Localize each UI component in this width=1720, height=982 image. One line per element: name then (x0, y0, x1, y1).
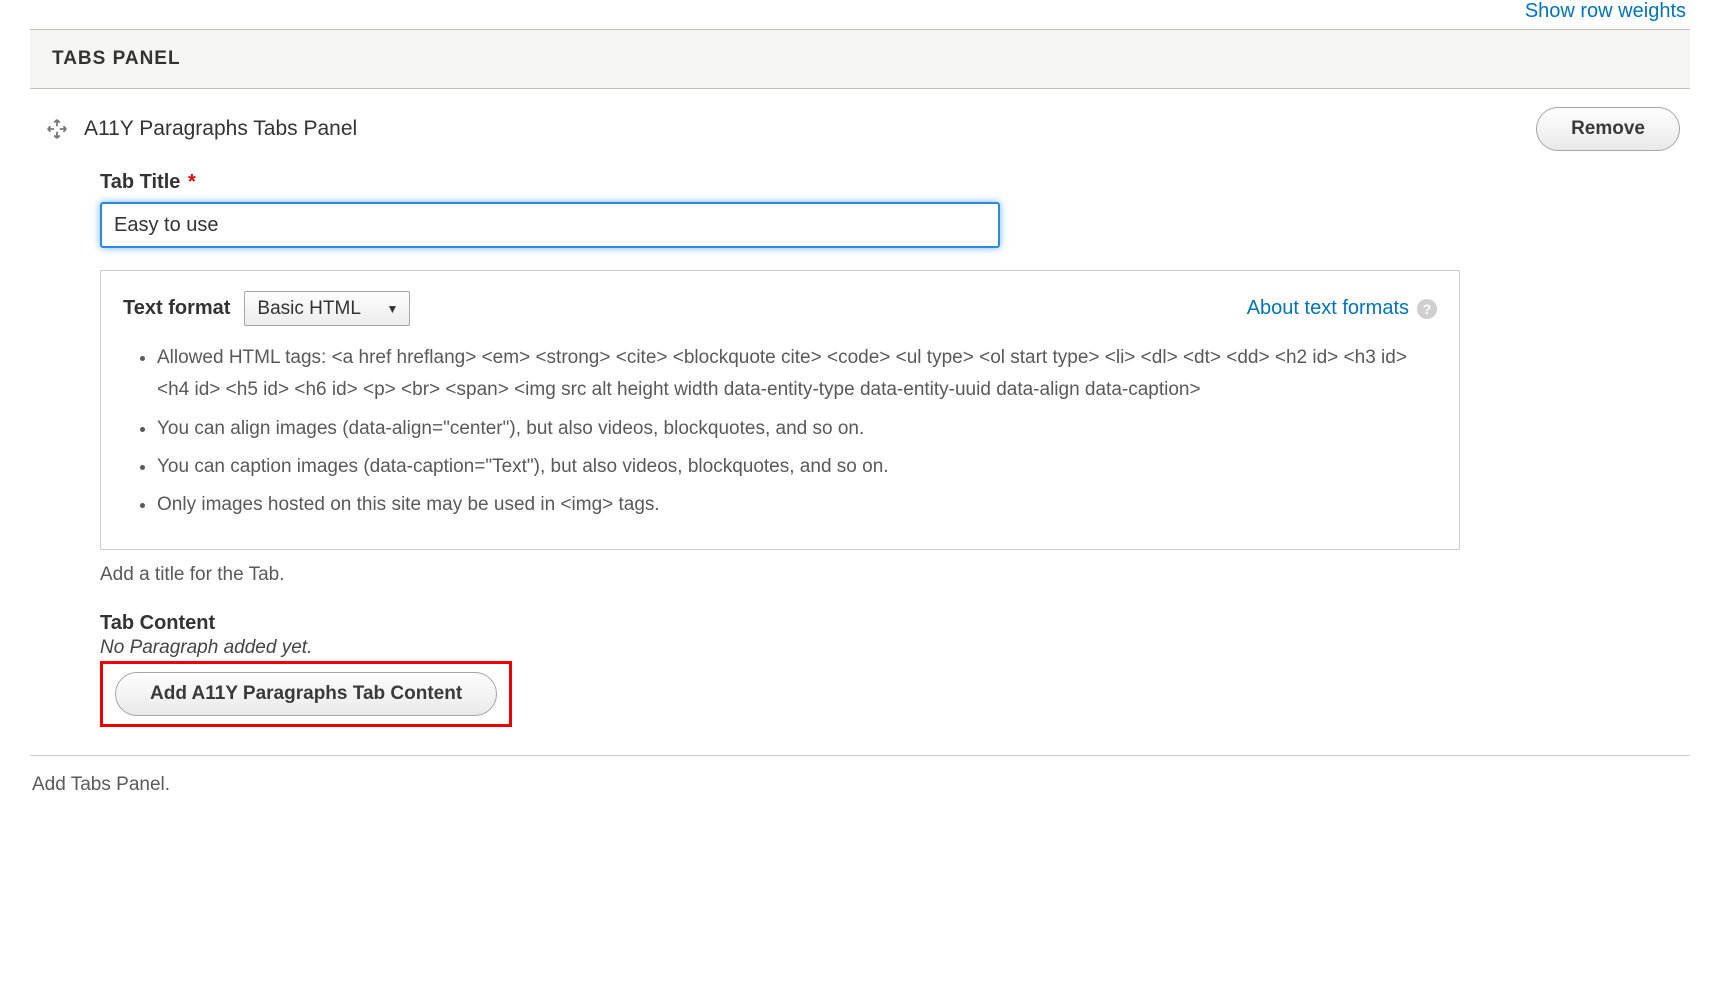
text-format-select[interactable]: Basic HTML (244, 291, 410, 326)
panel-item-row: A11Y Paragraphs Tabs Panel Remove (30, 107, 1690, 151)
tab-title-input[interactable] (100, 202, 1000, 248)
tab-title-hint: Add a title for the Tab. (100, 564, 1690, 586)
tab-title-label: Tab Title * (100, 171, 1690, 194)
tip-item: Only images hosted on this site may be u… (157, 489, 1437, 521)
about-text-formats-link[interactable]: About text formats ? (1247, 297, 1437, 320)
tip-item: You can align images (data-align="center… (157, 413, 1437, 445)
text-format-tips: Allowed HTML tags: <a href hreflang> <em… (135, 342, 1437, 521)
help-icon: ? (1417, 299, 1437, 319)
tip-item: You can caption images (data-caption="Te… (157, 451, 1437, 483)
tip-item: Allowed HTML tags: <a href hreflang> <em… (157, 342, 1437, 407)
about-text-formats-label: About text formats (1247, 297, 1409, 320)
add-tabs-panel-hint: Add Tabs Panel. (30, 774, 1690, 796)
panel-item-label: A11Y Paragraphs Tabs Panel (84, 117, 357, 141)
text-format-box: Text format Basic HTML ▼ About text form… (100, 270, 1460, 550)
tabs-panel-header: TABS PANEL (30, 30, 1690, 89)
remove-button[interactable]: Remove (1536, 107, 1680, 151)
tab-title-label-text: Tab Title (100, 171, 180, 193)
tab-content-heading: Tab Content (100, 612, 1690, 635)
tabs-panel-body: A11Y Paragraphs Tabs Panel Remove Tab Ti… (30, 89, 1690, 755)
tabs-panel-table: TABS PANEL A11Y Paragraphs Tabs Panel Re… (30, 29, 1690, 756)
add-tab-content-highlight: Add A11Y Paragraphs Tab Content (100, 661, 512, 727)
drag-handle-icon[interactable] (46, 118, 68, 140)
show-row-weights-label: Show row weights (1525, 0, 1686, 22)
text-format-label: Text format (123, 297, 230, 320)
tab-content-empty-text: No Paragraph added yet. (100, 637, 1690, 659)
required-marker: * (188, 171, 196, 193)
show-row-weights-link[interactable]: Show row weights (30, 0, 1690, 29)
add-tab-content-button[interactable]: Add A11Y Paragraphs Tab Content (115, 672, 497, 716)
